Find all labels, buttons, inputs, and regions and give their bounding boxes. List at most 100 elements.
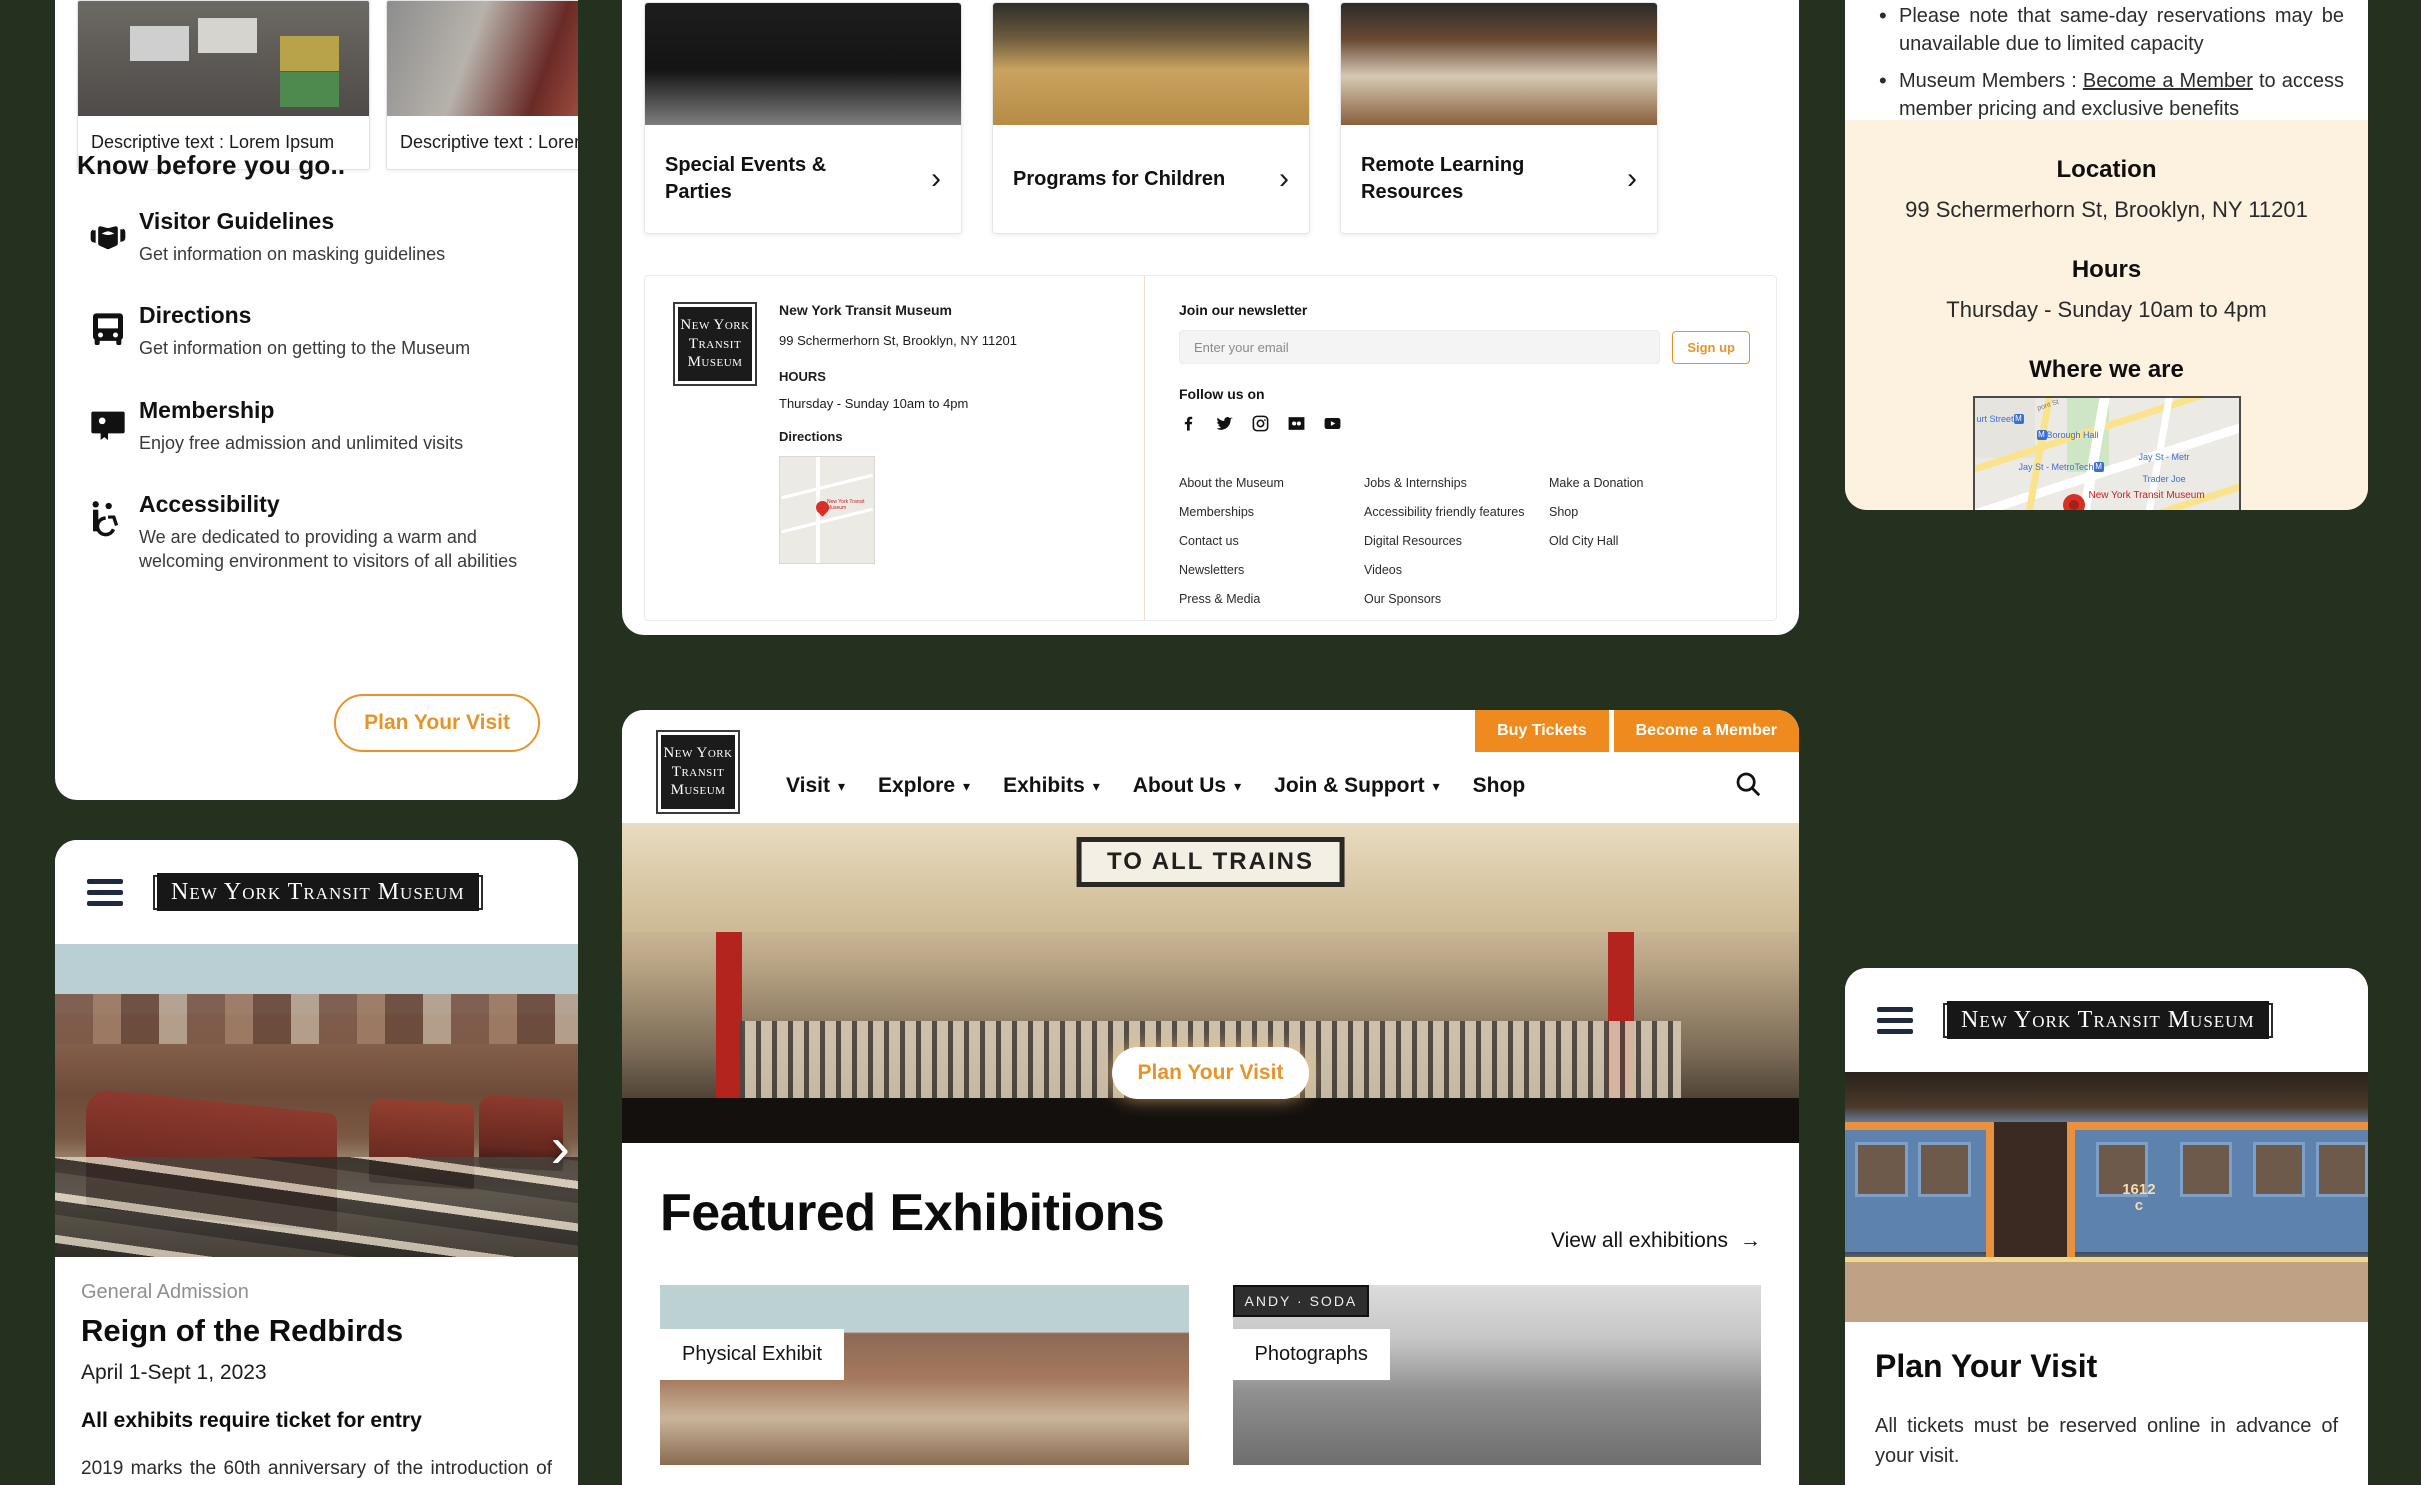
footer-link[interactable]: Our Sponsors (1364, 592, 1549, 606)
facebook-icon[interactable] (1179, 414, 1198, 438)
know-before-you-go-panel: Descriptive text : Lorem Ipsum Descripti… (55, 0, 578, 800)
footer-link[interactable]: Memberships (1179, 505, 1364, 519)
promo-card-remote-learning[interactable]: Remote Learning Resources › (1340, 2, 1658, 234)
map-label-trader-joes: Trader Joe (2142, 473, 2186, 484)
subway-icon: M (2013, 414, 2024, 425)
map-label-museum: New York Transit Museum (2088, 489, 2205, 501)
map-heading: Where we are (2029, 355, 2184, 383)
newsletter-email-input[interactable]: Enter your email (1179, 330, 1661, 364)
chevron-right-icon: › (931, 162, 941, 195)
map-label-borough-hall: M Borough Hall (2036, 429, 2099, 441)
list-item[interactable]: Visitor Guidelines Get information on ma… (77, 208, 557, 266)
view-all-exhibitions-link[interactable]: View all exhibitions → (1551, 1229, 1761, 1253)
visit-info-panel: Please note that same-day reservations m… (1845, 0, 2368, 510)
newsletter-signup-button[interactable]: Sign up (1672, 330, 1750, 364)
list-item[interactable]: Directions Get information on getting to… (77, 302, 557, 360)
nav-item-visit[interactable]: Visit ▾ (786, 774, 845, 798)
promo-card-programs-for-children[interactable]: Programs for Children › (992, 2, 1310, 234)
nav-label: Visit (786, 774, 830, 797)
exhibition-card[interactable]: ANDY · SODA Photographs (1232, 1285, 1761, 1465)
promo-label: Remote Learning Resources (1361, 154, 1525, 203)
footer-link[interactable]: Contact us (1179, 534, 1364, 548)
footer-link[interactable]: Newsletters (1179, 563, 1364, 577)
footer-link[interactable]: Digital Resources (1364, 534, 1549, 548)
map-label-jay-metrotech: Jay St - MetroTech M (2018, 461, 2104, 473)
hero-plan-your-visit-button[interactable]: Plan Your Visit (1111, 1047, 1310, 1099)
carousel-next-icon[interactable]: › (551, 1119, 570, 1177)
plan-your-visit-button[interactable]: Plan Your Visit (334, 694, 540, 752)
footer-link[interactable]: Shop (1549, 505, 1734, 519)
mobile-exhibit-mockup: New York Transit Museum › General Admiss… (55, 840, 578, 1485)
list-item[interactable]: Accessibility We are dedicated to provid… (77, 491, 557, 574)
promo-card-special-events[interactable]: Special Events & Parties › (644, 2, 962, 234)
list-item[interactable]: Membership Enjoy free admission and unli… (77, 397, 557, 455)
hamburger-menu-icon[interactable] (87, 878, 123, 906)
flickr-icon[interactable] (1287, 414, 1306, 438)
list-item-desc: We are dedicated to providing a warm and… (139, 526, 518, 572)
site-brand-logo[interactable]: New York Transit Museum (656, 730, 740, 814)
nav-label: Join & Support (1274, 774, 1425, 797)
exhibition-badge: Photographs (1232, 1329, 1390, 1380)
instagram-icon[interactable] (1251, 414, 1270, 438)
footer-link[interactable]: About the Museum (1179, 476, 1364, 490)
map-label-jay-metro2: Jay St - Metr (2138, 451, 2190, 462)
bullet-item: Museum Members : Become a Member to acce… (1873, 65, 2344, 124)
brand-logo[interactable]: New York Transit Museum (1943, 1000, 2273, 1039)
hero-image: TO ALL TRAINS Plan Your Visit (622, 823, 1799, 1143)
hamburger-menu-icon[interactable] (1877, 1006, 1913, 1034)
footer-brand-logo[interactable]: New York Transit Museum (673, 302, 757, 386)
accessibility-icon (77, 491, 139, 539)
gallery-image (387, 1, 578, 116)
footer-link[interactable]: Jobs & Internships (1364, 476, 1549, 490)
nav-item-join-support[interactable]: Join & Support ▾ (1274, 774, 1440, 798)
gallery-image (78, 1, 369, 116)
footer-link[interactable]: Videos (1364, 563, 1549, 577)
chevron-down-icon: ▾ (963, 777, 971, 794)
exhibition-card[interactable]: Physical Exhibit (660, 1285, 1189, 1465)
twitter-icon[interactable] (1215, 414, 1234, 438)
nav-item-about-us[interactable]: About Us ▾ (1133, 774, 1241, 798)
admission-label: General Admission (81, 1281, 249, 1303)
become-a-member-link[interactable]: Become a Member (2083, 70, 2253, 92)
become-a-member-button[interactable]: Become a Member (1613, 710, 1799, 752)
promo-label: Programs for Children (1013, 167, 1226, 190)
footer-map[interactable]: New York Transit Museum (779, 455, 875, 564)
ticket-notice: All exhibits require ticket for entry (81, 1409, 422, 1432)
footer-link[interactable]: Accessibility friendly features (1364, 505, 1549, 519)
footer-map-pin-label: New York Transit Museum (827, 499, 865, 512)
logo-line-1: New York (680, 316, 750, 333)
buy-tickets-button[interactable]: Buy Tickets (1475, 710, 1609, 752)
promo-image (1341, 3, 1657, 125)
mobile-header: New York Transit Museum (55, 840, 578, 944)
gallery-card[interactable]: Descriptive text : Lorem Ipsum (386, 0, 578, 170)
nav-label: Exhibits (1003, 774, 1085, 797)
hours-text: Thursday - Sunday 10am to 4pm (1946, 296, 2267, 322)
location-map[interactable]: urt Street M M Borough Hall Jay St - Metro… (1972, 395, 2241, 510)
youtube-icon[interactable] (1323, 414, 1342, 438)
to-all-trains-sign: TO ALL TRAINS (1076, 837, 1345, 887)
mobile-header: New York Transit Museum (1845, 968, 2368, 1072)
gallery-card[interactable]: Descriptive text : Lorem Ipsum (77, 0, 370, 170)
bullet-prefix: Museum Members : (1899, 69, 2083, 92)
nav-item-shop[interactable]: Shop (1473, 774, 1526, 798)
footer-link-column-2: Jobs & Internships Accessibility friendl… (1364, 476, 1549, 621)
brand-logo[interactable]: New York Transit Museum (153, 872, 483, 911)
exhibit-dates: April 1-Sept 1, 2023 (81, 1361, 267, 1384)
nav-item-exhibits[interactable]: Exhibits ▾ (1003, 774, 1100, 798)
mockup-board: Descriptive text : Lorem Ipsum Descripti… (0, 0, 2421, 1485)
footer-link[interactable]: Make a Donation (1549, 476, 1734, 490)
page-title: Plan Your Visit (1875, 1348, 2098, 1384)
search-icon[interactable] (1733, 769, 1763, 804)
footer-link[interactable]: Press & Media (1179, 592, 1364, 606)
info-list: Visitor Guidelines Get information on ma… (77, 208, 557, 609)
list-item-desc: Get information on getting to the Museum (139, 338, 471, 359)
chevron-down-icon: ▾ (1432, 777, 1440, 794)
list-item-title: Visitor Guidelines (139, 208, 335, 234)
nav-item-explore[interactable]: Explore ▾ (878, 774, 970, 798)
social-icon-row (1179, 414, 1750, 438)
plan-visit-paragraph: All tickets must be reserved online in a… (1875, 1415, 2338, 1467)
footer-link[interactable]: Old City Hall (1549, 534, 1734, 548)
site-navigation: Buy Tickets Become a Member New York Tra… (622, 710, 1799, 823)
logo-line-3: Museum (687, 354, 743, 371)
promo-image (645, 3, 961, 125)
